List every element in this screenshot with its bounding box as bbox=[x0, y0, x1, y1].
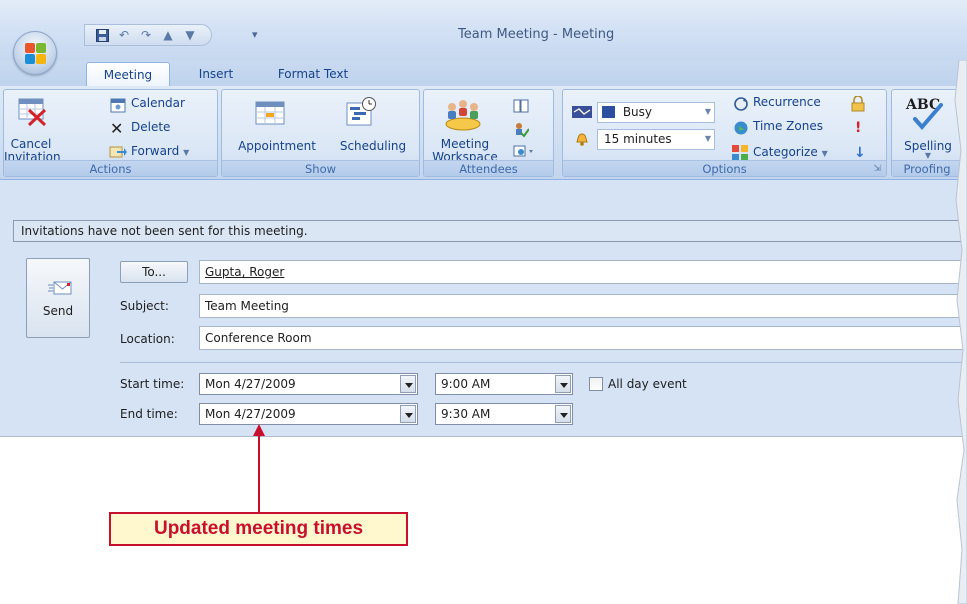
outlook-meeting-window: Team Meeting - Meeting ↶ ↷ ▲ ▼ ▾ Meeting… bbox=[0, 0, 967, 604]
check-names-icon[interactable] bbox=[513, 122, 530, 141]
to-field[interactable]: Gupta, Roger bbox=[199, 260, 967, 284]
location-label: Location: bbox=[120, 332, 175, 346]
reminder-select[interactable]: 15 minutes ▼ bbox=[597, 129, 715, 150]
callout-updated-meeting-times: Updated meeting times bbox=[109, 512, 408, 546]
calendar-icon bbox=[110, 97, 126, 116]
delete-icon: ✕ bbox=[110, 119, 124, 138]
cancel-invitation-icon bbox=[17, 96, 47, 129]
show-as-dropdown-icon: ▼ bbox=[704, 107, 711, 116]
office-button[interactable] bbox=[13, 31, 57, 75]
categorize-button[interactable]: Categorize ▼ bbox=[753, 145, 828, 159]
show-as-icon bbox=[571, 105, 593, 122]
forward-dropdown-icon: ▼ bbox=[183, 148, 190, 157]
send-label: Send bbox=[42, 304, 74, 318]
form-divider bbox=[120, 362, 967, 363]
recurrence-button[interactable]: Recurrence bbox=[753, 95, 821, 109]
callout-arrow-icon bbox=[253, 424, 265, 436]
customize-qat-icon[interactable]: ▾ bbox=[252, 28, 258, 41]
info-bar: Invitations have not been sent for this … bbox=[13, 220, 965, 242]
location-field[interactable]: Conference Room bbox=[199, 326, 967, 350]
address-book-icon[interactable] bbox=[513, 99, 529, 116]
previous-item-icon[interactable]: ▲ bbox=[159, 27, 177, 43]
scheduling-icon bbox=[345, 96, 377, 131]
calendar-button[interactable]: Calendar bbox=[131, 96, 185, 110]
end-time-label: End time: bbox=[120, 407, 178, 421]
appointment-icon bbox=[255, 99, 285, 130]
start-date-value: Mon 4/27/2009 bbox=[205, 377, 296, 391]
time-zones-icon bbox=[733, 120, 749, 139]
ribbon-tabs: Meeting Insert Format Text bbox=[0, 60, 967, 86]
torn-edge bbox=[954, 60, 967, 604]
high-importance-icon[interactable]: ! bbox=[855, 120, 861, 136]
quick-access-toolbar: ↶ ↷ ▲ ▼ bbox=[84, 24, 212, 46]
start-time-value: 9:00 AM bbox=[441, 377, 491, 391]
all-day-event-checkbox[interactable] bbox=[589, 377, 603, 391]
window-title: Team Meeting - Meeting bbox=[458, 27, 615, 42]
group-actions: Cancel Invitation Calendar ✕ Delete Forw… bbox=[3, 89, 218, 177]
private-lock-icon[interactable] bbox=[851, 95, 865, 115]
end-date-select[interactable]: Mon 4/27/2009 bbox=[199, 403, 418, 425]
time-zones-button[interactable]: Time Zones bbox=[753, 119, 823, 133]
next-item-icon[interactable]: ▼ bbox=[181, 27, 199, 43]
group-label-proofing: Proofing bbox=[892, 160, 962, 176]
show-as-value: Busy bbox=[622, 105, 653, 119]
group-label-options: Options ⇲ bbox=[563, 160, 886, 176]
end-time-value: 9:30 AM bbox=[441, 407, 491, 421]
group-options: Busy ▼ 15 minutes ▼ Recurrence Time Zone… bbox=[562, 89, 887, 177]
meeting-workspace-icon bbox=[444, 98, 482, 135]
callout-leader-line bbox=[258, 434, 260, 514]
recurrence-icon bbox=[733, 96, 749, 115]
send-envelope-icon bbox=[48, 279, 72, 300]
forward-button[interactable]: Forward ▼ bbox=[131, 144, 189, 158]
show-as-select[interactable]: Busy ▼ bbox=[597, 102, 715, 123]
group-label-attendees: Attendees bbox=[424, 160, 553, 176]
start-time-select[interactable]: 9:00 AM bbox=[435, 373, 573, 395]
end-date-value: Mon 4/27/2009 bbox=[205, 407, 296, 421]
undo-icon[interactable]: ↶ bbox=[115, 27, 133, 43]
tab-insert[interactable]: Insert bbox=[188, 62, 244, 86]
to-button[interactable]: To... bbox=[120, 261, 188, 283]
subject-label: Subject: bbox=[120, 299, 169, 313]
end-time-select[interactable]: 9:30 AM bbox=[435, 403, 573, 425]
send-button[interactable]: Send bbox=[26, 258, 90, 338]
reminder-icon bbox=[575, 133, 589, 150]
appointment-label: Appointment bbox=[238, 139, 316, 153]
categorize-label: Categorize bbox=[753, 145, 818, 159]
reminder-value: 15 minutes bbox=[604, 132, 672, 146]
office-logo-icon bbox=[25, 43, 47, 65]
start-date-select[interactable]: Mon 4/27/2009 bbox=[199, 373, 418, 395]
group-attendees: Meeting Workspace Attendees bbox=[423, 89, 554, 177]
delete-button[interactable]: Delete bbox=[131, 120, 170, 134]
redo-icon[interactable]: ↷ bbox=[137, 27, 155, 43]
to-recipient[interactable]: Gupta, Roger bbox=[205, 265, 284, 279]
options-dialog-launcher-icon[interactable]: ⇲ bbox=[873, 161, 881, 177]
start-time-dropdown-icon[interactable] bbox=[555, 375, 571, 393]
response-options-icon[interactable] bbox=[513, 144, 535, 161]
categorize-dropdown-icon: ▼ bbox=[821, 149, 828, 158]
end-time-dropdown-icon[interactable] bbox=[555, 405, 571, 423]
save-icon[interactable] bbox=[93, 27, 111, 43]
group-label-show: Show bbox=[222, 160, 419, 176]
tab-meeting[interactable]: Meeting bbox=[86, 62, 170, 86]
forward-label: Forward bbox=[131, 144, 180, 158]
busy-swatch-icon bbox=[602, 106, 615, 118]
all-day-event-label[interactable]: All day event bbox=[608, 377, 687, 391]
group-show: Appointment Scheduling Show bbox=[221, 89, 546, 177]
ribbon: Cancel Invitation Calendar ✕ Delete Forw… bbox=[0, 86, 967, 180]
subject-field[interactable]: Team Meeting bbox=[199, 294, 967, 318]
group-label-actions: Actions bbox=[4, 160, 217, 176]
tab-format-text[interactable]: Format Text bbox=[266, 62, 360, 86]
low-importance-icon[interactable]: ↓ bbox=[854, 145, 866, 161]
spelling-icon: ABC bbox=[905, 95, 949, 134]
reminder-dropdown-icon: ▼ bbox=[704, 134, 711, 143]
start-date-dropdown-icon[interactable] bbox=[400, 375, 416, 393]
options-label-text: Options bbox=[702, 162, 747, 176]
start-time-label: Start time: bbox=[120, 377, 185, 391]
end-date-dropdown-icon[interactable] bbox=[400, 405, 416, 423]
scheduling-button[interactable]: Scheduling bbox=[329, 139, 417, 153]
